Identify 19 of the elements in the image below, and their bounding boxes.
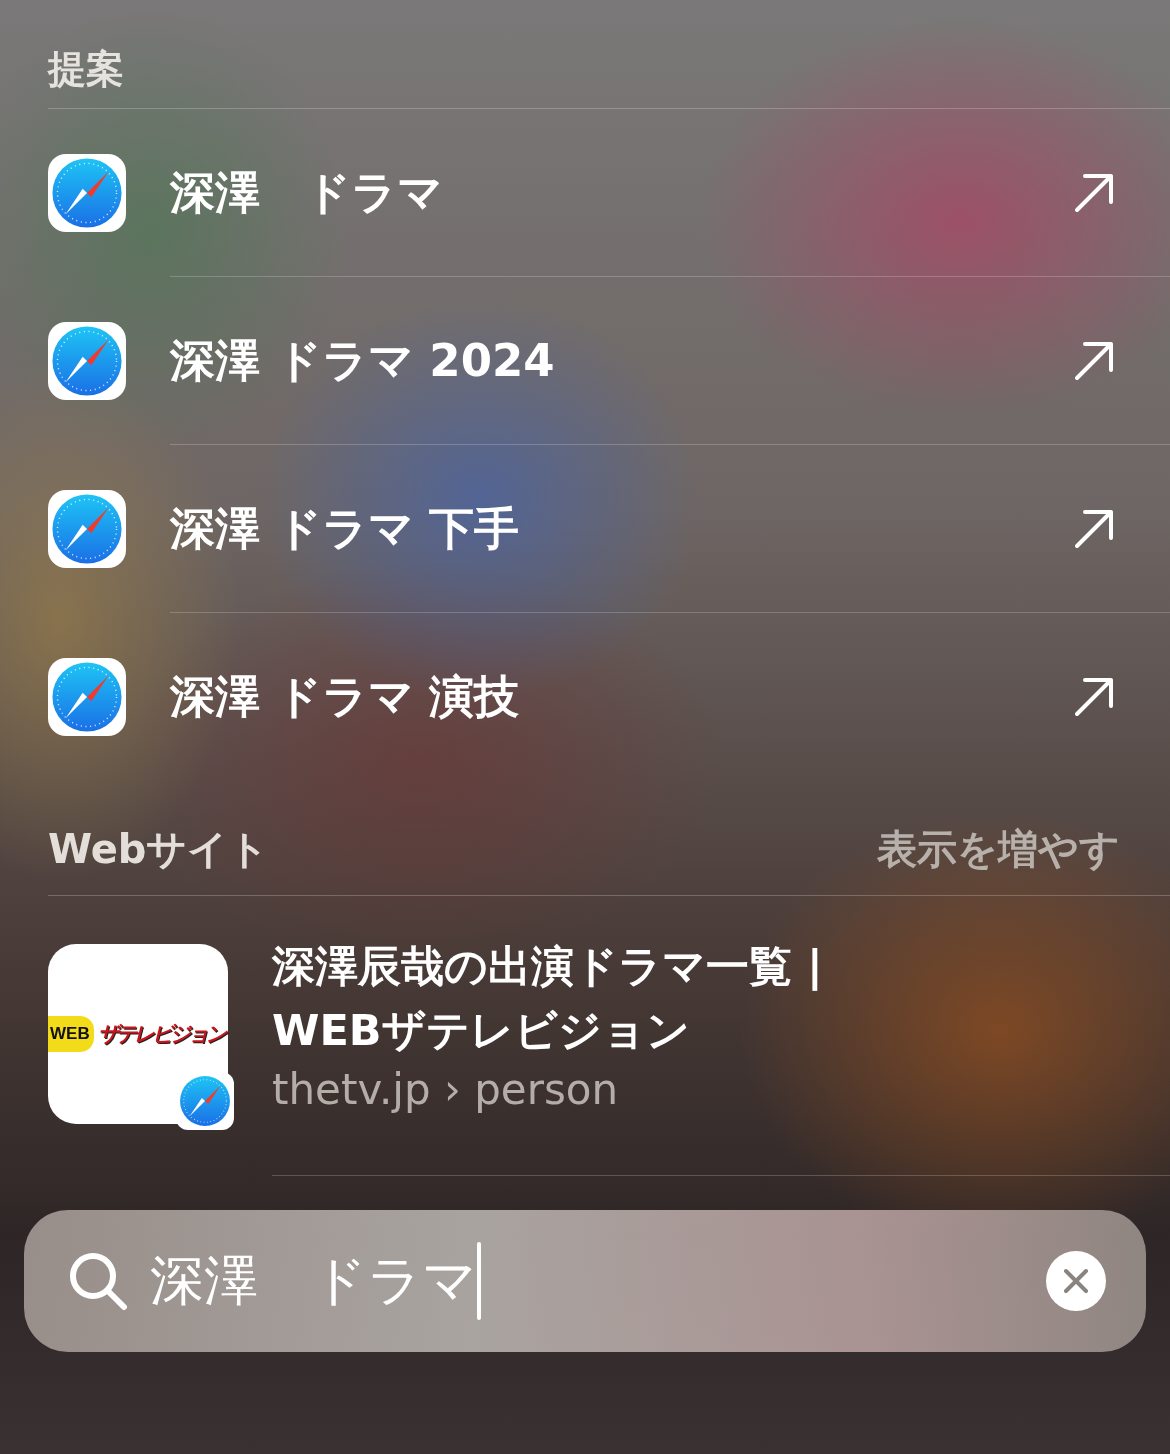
search-icon [68,1251,128,1311]
close-icon [1063,1268,1089,1294]
search-field[interactable]: 深澤 ドラマ [24,1210,1146,1352]
show-more-link[interactable]: 表示を増やす [877,821,1120,877]
arrow-up-right-icon [1073,171,1115,214]
logo-text: ザテレビジョン [97,1021,224,1048]
clear-button[interactable] [1046,1251,1106,1311]
section-title: 提案 [48,45,124,93]
suggestion-text[interactable]: 深澤 ドラマ [170,162,1073,223]
arrow-up-right-icon [1073,339,1115,382]
result-title[interactable]: 深澤辰哉の出演ドラマ一覧 | WEBザテレビジョン [272,934,1170,1062]
result-url: thetv.jp › person [272,1064,620,1116]
arrow-up-right-icon [1073,676,1115,718]
suggestion-text[interactable]: 深澤 ドラマ 2024 [170,330,1073,391]
logo-badge: WEB [48,1016,94,1052]
suggestion-text[interactable]: 深澤 ドラマ 下手 [170,498,1073,559]
arrow-up-right-icon [1073,507,1115,550]
suggestion-text[interactable]: 深澤 ドラマ 演技 [170,667,1073,727]
section-title: Webサイト [48,824,270,874]
